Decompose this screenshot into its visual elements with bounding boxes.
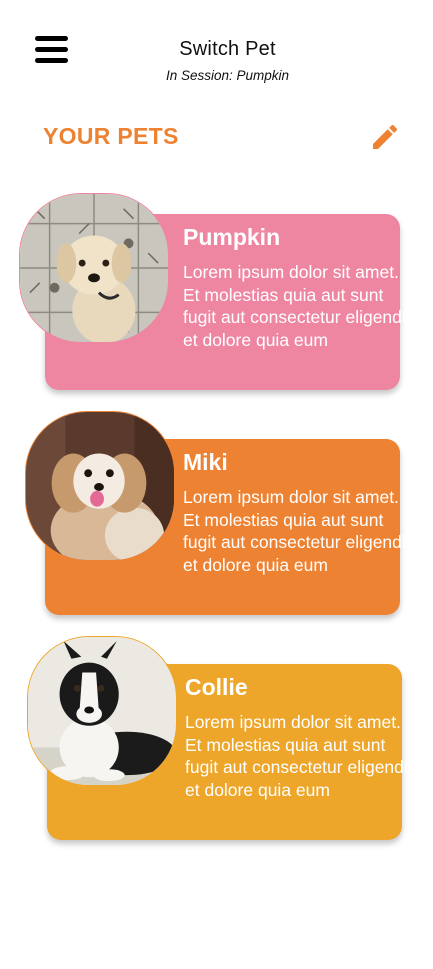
pencil-icon — [373, 124, 398, 149]
dog-photo-icon — [20, 194, 168, 342]
pet-name: Collie — [185, 674, 248, 700]
pet-name: Miki — [183, 449, 228, 475]
dog-photo-icon — [28, 637, 176, 785]
pet-photo-pumpkin[interactable] — [19, 193, 169, 343]
dog-photo-icon — [26, 412, 174, 560]
pet-photo-collie[interactable] — [27, 636, 177, 786]
pet-name: Pumpkin — [183, 224, 281, 250]
section-heading: YOUR PETS — [43, 123, 179, 149]
session-subtitle: In Session: Pumpkin — [165, 68, 290, 83]
pet-description: Lorem ipsum dolor sit amet. Et molestias… — [185, 712, 408, 801]
pet-photo-miki[interactable] — [25, 411, 175, 561]
pet-description: Lorem ipsum dolor sit amet. Et molestias… — [183, 262, 406, 351]
page-title: Switch Pet — [179, 38, 276, 60]
pet-description: Lorem ipsum dolor sit amet. Et molestias… — [183, 487, 406, 576]
edit-pets-button[interactable] — [369, 121, 401, 153]
